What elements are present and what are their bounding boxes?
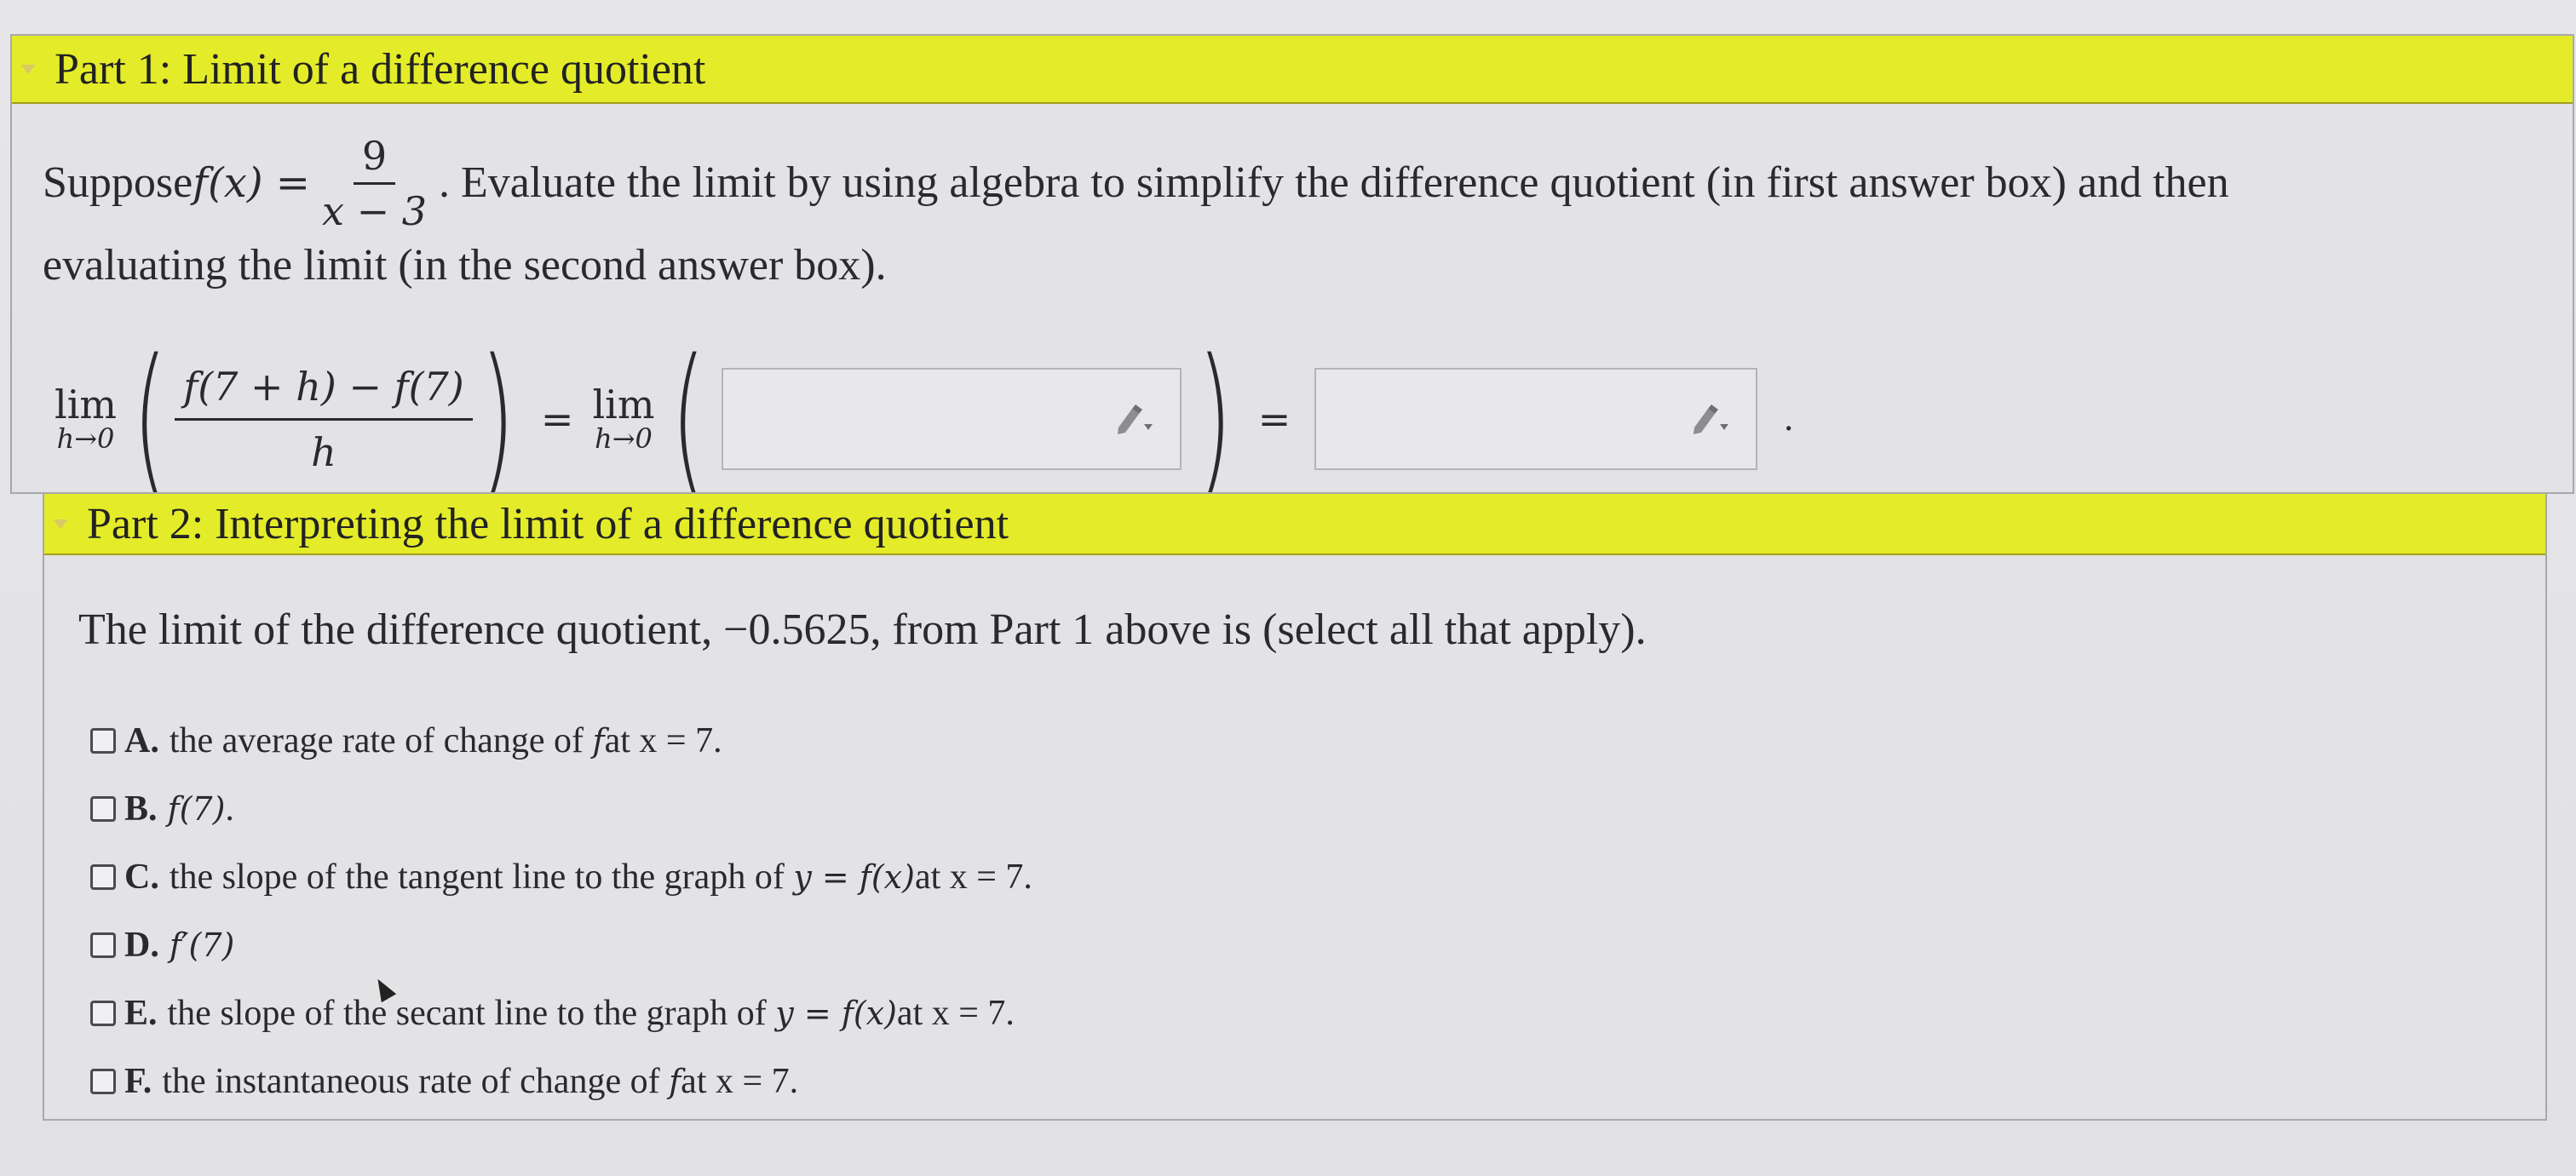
text-before: Suppose — [43, 158, 193, 207]
checkbox-f[interactable] — [90, 1069, 116, 1094]
option-letter: B. — [124, 789, 158, 829]
checkbox-b[interactable] — [90, 796, 116, 822]
function-fraction: 9 x − 3 — [322, 136, 427, 231]
option-letter: A. — [124, 721, 159, 760]
part1-header[interactable]: Part 1: Limit of a difference quotient — [12, 36, 2573, 104]
option-math: y = f(x) — [775, 995, 897, 1032]
option-tail: at x = 7. — [681, 1062, 799, 1101]
option-letter: E. — [124, 994, 158, 1033]
option-tail: . — [225, 789, 234, 829]
page: Part 1: Limit of a difference quotient S… — [0, 0, 2576, 1176]
text-after: . Evaluate the limit by using algebra to… — [439, 158, 2229, 207]
right-paren-2: ) — [1197, 324, 1233, 513]
trailing-period: . — [1783, 399, 1795, 439]
option-math: f′(7) — [169, 926, 235, 964]
equals-sign: = — [540, 396, 574, 442]
answer-input-2[interactable] — [1314, 368, 1758, 470]
left-paren-2: ( — [670, 324, 705, 513]
option-text: the slope of the tangent line to the gra… — [169, 858, 785, 897]
triangle-down-icon[interactable] — [20, 64, 36, 74]
part1-title: Part 1: Limit of a difference quotient — [55, 44, 706, 94]
checkbox-e[interactable] — [90, 1001, 116, 1026]
checkbox-c[interactable] — [90, 864, 116, 890]
pencil-dropdown-icon[interactable] — [1113, 402, 1156, 436]
answer-input-1[interactable] — [721, 368, 1182, 470]
pencil-dropdown-icon[interactable] — [1689, 402, 1732, 436]
dq-numerator: f(7 + h) − f(7) — [175, 367, 473, 421]
option-e[interactable]: E. the slope of the secant line to the g… — [90, 979, 1032, 1047]
lim-word-2: lim — [592, 381, 655, 428]
lim-subscript-2: h→0 — [595, 422, 653, 456]
checkbox-a[interactable] — [90, 728, 116, 754]
limit-right: lim h→0 — [592, 384, 654, 454]
option-tail: at x = 7. — [604, 721, 722, 760]
text-line2: evaluating the limit (in the second answ… — [43, 241, 887, 290]
option-d[interactable]: D. f′(7) — [90, 911, 1032, 979]
limit-left: lim h→0 — [55, 384, 117, 454]
option-letter: D. — [124, 926, 159, 965]
limit-expression: lim h→0 ( f(7 + h) − f(7) h ) = lim h→0 … — [55, 338, 2355, 500]
difference-quotient: f(7 + h) − f(7) h — [175, 367, 473, 472]
options-list: A. the average rate of change of f at x … — [90, 707, 1032, 1116]
problem-statement: Suppose f(x) = 9 x − 3 . Evaluate the li… — [43, 136, 2530, 307]
option-text: the average rate of change of — [169, 721, 584, 760]
option-a[interactable]: A. the average rate of change of f at x … — [90, 707, 1032, 775]
equals-sign-2: = — [1257, 396, 1291, 442]
fraction-denominator: x − 3 — [322, 187, 428, 234]
option-f[interactable]: F. the instantaneous rate of change of f… — [90, 1047, 1032, 1116]
part2-intro: The limit of the difference quotient, −0… — [78, 605, 1647, 654]
dq-denominator: h — [311, 428, 336, 475]
fraction-numerator: 9 — [353, 136, 396, 185]
option-letter: F. — [124, 1062, 152, 1101]
option-text: the slope of the secant line to the grap… — [167, 994, 767, 1033]
option-math: f — [592, 722, 605, 760]
option-c[interactable]: C. the slope of the tangent line to the … — [90, 843, 1032, 911]
left-paren: ( — [132, 324, 168, 513]
right-paren: ) — [480, 324, 515, 513]
part1-panel: Part 1: Limit of a difference quotient S… — [10, 34, 2574, 500]
part2-panel: Part 2: Interpreting the limit of a diff… — [43, 492, 2547, 1121]
function-def: f(x) = — [193, 159, 311, 207]
option-math: f — [669, 1063, 681, 1100]
part2-header[interactable]: Part 2: Interpreting the limit of a diff… — [44, 494, 2545, 555]
option-letter: C. — [124, 858, 159, 897]
option-math: f(7) — [167, 790, 226, 828]
option-math: y = f(x) — [793, 858, 915, 896]
lim-word: lim — [55, 381, 118, 428]
lim-subscript: h→0 — [56, 422, 115, 456]
checkbox-d[interactable] — [90, 932, 116, 958]
option-tail: at x = 7. — [914, 858, 1032, 897]
triangle-down-icon[interactable] — [53, 519, 68, 529]
option-tail: at x = 7. — [896, 994, 1015, 1033]
option-text: the instantaneous rate of change of — [162, 1062, 660, 1101]
option-b[interactable]: B. f(7) . — [90, 775, 1032, 843]
part2-title: Part 2: Interpreting the limit of a diff… — [87, 499, 1009, 548]
